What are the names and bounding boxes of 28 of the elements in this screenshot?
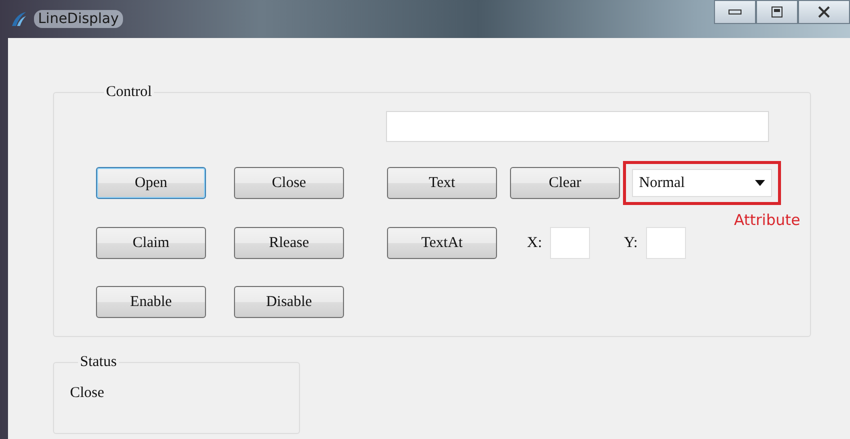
push-button[interactable]: Open bbox=[96, 167, 206, 199]
status-text: Close bbox=[70, 385, 104, 401]
push-button[interactable]: Disable bbox=[234, 286, 344, 318]
group-label: Control bbox=[105, 84, 153, 101]
app-icon bbox=[10, 10, 28, 28]
push-button[interactable]: TextAt bbox=[387, 227, 497, 259]
y-label: Y: bbox=[624, 234, 638, 252]
close-icon bbox=[818, 6, 830, 18]
x-input[interactable] bbox=[550, 227, 590, 259]
push-button[interactable]: Clear bbox=[510, 167, 620, 199]
push-button[interactable]: Close bbox=[234, 167, 344, 199]
maximize-icon bbox=[771, 6, 783, 18]
push-button[interactable]: Rlease bbox=[234, 227, 344, 259]
push-button[interactable]: Claim bbox=[96, 227, 206, 259]
push-button[interactable]: Enable bbox=[96, 286, 206, 318]
minimize-button[interactable] bbox=[714, 0, 756, 24]
push-button[interactable]: Text bbox=[387, 167, 497, 199]
group-label: Status bbox=[79, 354, 118, 371]
window-title: LineDisplay bbox=[34, 10, 123, 28]
dropdown-arrow-icon bbox=[755, 180, 765, 186]
annotation-label: Attribute bbox=[734, 211, 800, 229]
y-input[interactable] bbox=[646, 227, 686, 259]
text-input[interactable] bbox=[386, 111, 769, 142]
minimize-icon bbox=[728, 9, 742, 15]
close-button[interactable] bbox=[798, 0, 850, 24]
x-label: X: bbox=[527, 234, 542, 252]
attribute-dropdown[interactable]: Normal bbox=[632, 169, 772, 197]
maximize-button[interactable] bbox=[756, 0, 798, 24]
